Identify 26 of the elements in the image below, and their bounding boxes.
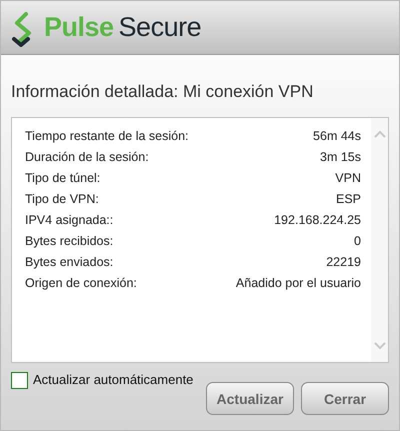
detail-value: 3m 15s [320, 150, 361, 164]
scroll-up-icon[interactable] [374, 130, 386, 138]
detail-label: Tiempo restante de la sesión: [25, 128, 189, 142]
close-button[interactable]: Cerrar [301, 382, 389, 415]
dialog-title: Información detallada: Mi conexión VPN [11, 82, 314, 103]
detail-label: Duración de la sesión: [25, 150, 149, 164]
refresh-button[interactable]: Actualizar [206, 382, 294, 415]
detail-label: Tipo de VPN: [25, 192, 99, 206]
detail-label: Origen de conexión: [25, 276, 137, 290]
brand-name: Pulse [44, 12, 114, 43]
detail-value: VPN [335, 170, 361, 184]
checkbox[interactable] [11, 372, 28, 389]
detail-value: ESP [336, 192, 361, 206]
detail-value: 22219 [326, 254, 361, 268]
scrollbar[interactable] [371, 118, 388, 362]
checkbox-label: Actualizar automáticamente [33, 372, 194, 387]
detail-label: Bytes enviados: [25, 254, 114, 268]
detail-label: Bytes recibidos: [25, 234, 114, 248]
brand-name: Secure [118, 12, 202, 43]
scroll-down-icon[interactable] [374, 342, 386, 350]
detail-value: Añadido por el usuario [236, 276, 361, 290]
detail-value: 192.168.224.25 [274, 212, 361, 226]
detail-value: 0 [354, 234, 361, 248]
detail-label: Tipo de túnel: [25, 170, 100, 184]
detail-value: 56m 44s [313, 128, 361, 142]
detail-label: IPV4 asignada:: [25, 212, 114, 226]
